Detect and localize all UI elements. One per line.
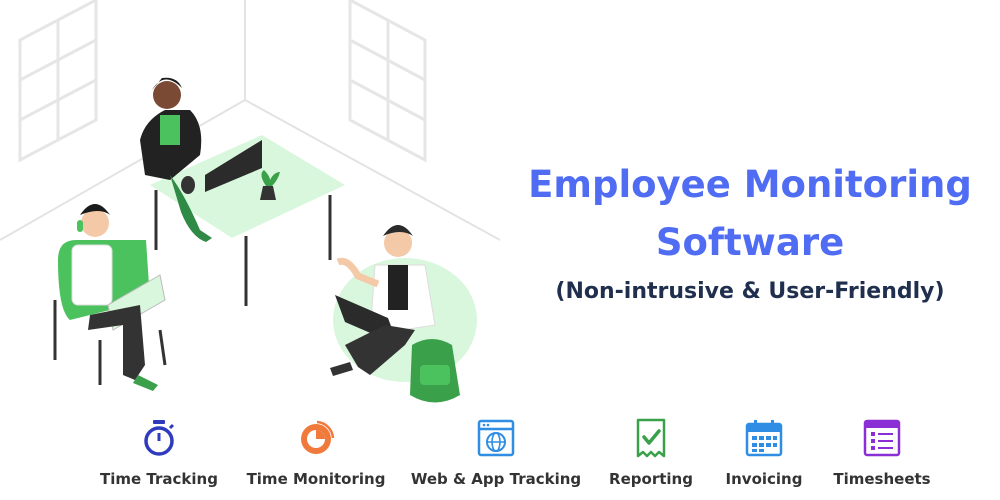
man-with-headphones xyxy=(53,204,167,391)
calendar-icon xyxy=(745,420,783,457)
feature-label: Time Monitoring xyxy=(246,470,386,488)
feature-time-monitoring: Time Monitoring xyxy=(246,418,386,496)
stopwatch-icon xyxy=(144,420,175,456)
feature-label: Reporting xyxy=(609,470,693,488)
subtitle: (Non-intrusive & User-Friendly) xyxy=(555,279,945,304)
browser-globe-icon xyxy=(477,419,515,457)
feature-label: Web & App Tracking xyxy=(410,470,582,488)
feature-invoicing: Invoicing xyxy=(722,418,806,496)
feature-reporting: Reporting xyxy=(604,418,698,496)
office-illustration xyxy=(0,0,500,403)
report-check-icon xyxy=(636,418,666,458)
headline-line-2: Software xyxy=(655,221,845,264)
feature-label: Time Tracking xyxy=(100,470,218,488)
right-window xyxy=(348,0,427,163)
headline-line-1: Employee Monitoring xyxy=(528,163,972,206)
feature-time-tracking: Time Tracking xyxy=(100,418,218,496)
feature-web-app-tracking: Web & App Tracking xyxy=(410,418,582,496)
feature-label: Invoicing xyxy=(725,470,803,488)
feature-timesheets: Timesheets xyxy=(830,418,934,496)
man-on-beanbag xyxy=(330,225,477,403)
feature-label: Timesheets xyxy=(833,470,931,488)
left-window xyxy=(18,0,98,163)
timesheet-list-icon xyxy=(863,419,901,457)
pie-chart-icon xyxy=(301,420,335,454)
